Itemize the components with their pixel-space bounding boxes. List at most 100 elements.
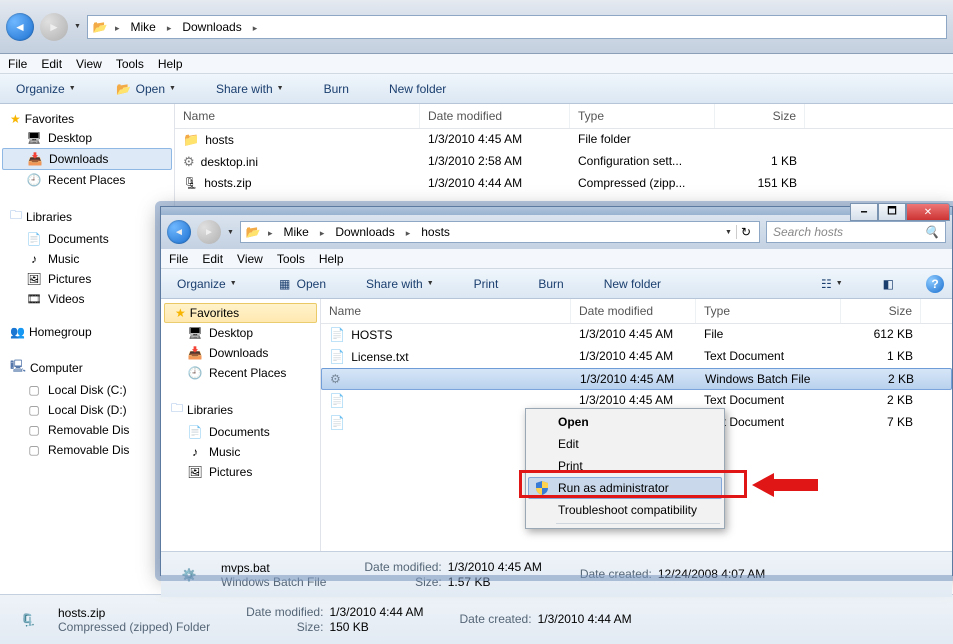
file-type: Text Document xyxy=(696,346,841,368)
column-headers[interactable]: Name Date modified Type Size xyxy=(321,299,952,324)
share-with-button[interactable]: Share with ▼ xyxy=(208,78,292,100)
recent-icon: 🕘 xyxy=(26,172,42,188)
col-type[interactable]: Type xyxy=(570,104,715,128)
file-row[interactable]: hosts.zip1/3/2010 4:44 AMCompressed (zip… xyxy=(175,173,953,193)
nav-removable-2[interactable]: Removable Dis xyxy=(0,440,174,460)
menu-file[interactable]: File xyxy=(8,57,27,71)
col-date[interactable]: Date modified xyxy=(420,104,570,128)
file-row[interactable]: hosts1/3/2010 4:45 AMFile folder xyxy=(175,129,953,151)
menu-view[interactable]: View xyxy=(237,252,263,266)
navigation-pane: ★Favorites 🖥Desktop 📥Downloads 🕘Recent P… xyxy=(161,299,321,551)
nav-history-dropdown[interactable]: ▼ xyxy=(74,23,81,30)
open-button[interactable]: 📂Open ▼ xyxy=(108,78,184,100)
nav-back-button[interactable]: ◄ xyxy=(6,13,34,41)
open-button[interactable]: ▦Open xyxy=(269,273,334,295)
breadcrumb[interactable]: Mike xyxy=(126,20,159,34)
nav-forward-button[interactable]: ► xyxy=(197,220,221,244)
breadcrumb[interactable]: Downloads xyxy=(178,20,245,34)
menu-tools[interactable]: Tools xyxy=(277,252,305,266)
print-button[interactable]: Print xyxy=(466,273,507,295)
ctx-print[interactable]: Print xyxy=(528,455,722,477)
downloads-icon: 📥 xyxy=(27,151,43,167)
share-with-button[interactable]: Share with ▼ xyxy=(358,273,442,295)
breadcrumb[interactable]: hosts xyxy=(417,225,454,239)
preview-pane-button[interactable]: ◧ xyxy=(875,273,902,295)
col-type[interactable]: Type xyxy=(696,299,841,323)
refresh-button[interactable]: ↻ xyxy=(736,225,755,239)
new-folder-button[interactable]: New folder xyxy=(596,273,669,295)
col-size[interactable]: Size xyxy=(841,299,921,323)
address-bar[interactable]: 📂 Mike Downloads xyxy=(87,15,947,39)
nav-homegroup[interactable]: 👥Homegroup xyxy=(0,323,174,341)
nav-music[interactable]: ♪Music xyxy=(161,442,320,462)
menu-help[interactable]: Help xyxy=(158,57,183,71)
menu-help[interactable]: Help xyxy=(319,252,344,266)
file-row[interactable]: License.txt1/3/2010 4:45 AMText Document… xyxy=(321,346,952,368)
file-type-icon xyxy=(329,349,345,365)
nav-videos[interactable]: 🎞Videos xyxy=(0,289,174,309)
nav-pictures[interactable]: 🖼Pictures xyxy=(0,269,174,289)
nav-disk-d[interactable]: Local Disk (D:) xyxy=(0,400,174,420)
nav-desktop[interactable]: 🖥Desktop xyxy=(0,128,174,148)
ctx-edit[interactable]: Edit xyxy=(528,433,722,455)
burn-button[interactable]: Burn xyxy=(530,273,571,295)
folder-open-icon: 📂 xyxy=(116,81,132,97)
nav-disk-c[interactable]: Local Disk (C:) xyxy=(0,380,174,400)
file-row[interactable]: HOSTS1/3/2010 4:45 AMFile612 KB xyxy=(321,324,952,346)
maximize-button[interactable]: 🗖 xyxy=(878,203,906,221)
ctx-troubleshoot-compatibility[interactable]: Troubleshoot compatibility xyxy=(528,499,722,521)
nav-computer[interactable]: 🖳Computer xyxy=(0,355,174,380)
address-bar[interactable]: 📂 Mike Downloads hosts ▼ ↻ xyxy=(240,221,760,243)
menu-tools[interactable]: Tools xyxy=(116,57,144,71)
nav-removable-1[interactable]: Removable Dis xyxy=(0,420,174,440)
nav-back-button[interactable]: ◄ xyxy=(167,220,191,244)
column-headers[interactable]: Name Date modified Type Size xyxy=(175,104,953,129)
new-folder-button[interactable]: New folder xyxy=(381,78,454,100)
nav-music[interactable]: ♪Music xyxy=(0,249,174,269)
menu-edit[interactable]: Edit xyxy=(41,57,62,71)
file-row[interactable]: 1/3/2010 4:45 AMWindows Batch File2 KB xyxy=(321,368,952,390)
col-name[interactable]: Name xyxy=(321,299,571,323)
organize-button[interactable]: Organize ▼ xyxy=(8,78,84,100)
app-icon: ▦ xyxy=(277,276,293,292)
nav-forward-button[interactable]: ► xyxy=(40,13,68,41)
status-filetype: Compressed (zipped) Folder xyxy=(58,620,210,634)
nav-pictures[interactable]: 🖼Pictures xyxy=(161,462,320,482)
nav-documents[interactable]: 📄Documents xyxy=(161,422,320,442)
nav-libraries[interactable]: 🗀Libraries xyxy=(0,204,174,229)
menu-file[interactable]: File xyxy=(169,252,188,266)
nav-favorites[interactable]: ★Favorites xyxy=(164,303,317,323)
nav-downloads[interactable]: 📥Downloads xyxy=(161,343,320,363)
nav-libraries[interactable]: 🗀Libraries xyxy=(161,397,320,422)
context-menu: Open Edit Print Run as administrator Tro… xyxy=(525,408,725,529)
help-icon[interactable]: ? xyxy=(926,275,944,293)
nav-recent-places[interactable]: 🕘Recent Places xyxy=(0,170,174,190)
desktop-icon: 🖥 xyxy=(26,130,42,146)
search-box[interactable]: Search hosts 🔍 xyxy=(766,221,946,243)
ctx-run-as-administrator[interactable]: Run as administrator xyxy=(528,477,722,499)
minimize-button[interactable]: 🗕 xyxy=(850,203,878,221)
nav-desktop[interactable]: 🖥Desktop xyxy=(161,323,320,343)
ctx-open[interactable]: Open xyxy=(528,411,722,433)
file-date: 1/3/2010 4:44 AM xyxy=(420,173,570,193)
nav-downloads[interactable]: 📥Downloads xyxy=(2,148,172,170)
col-date[interactable]: Date modified xyxy=(571,299,696,323)
menu-edit[interactable]: Edit xyxy=(202,252,223,266)
file-row[interactable]: desktop.ini1/3/2010 2:58 AMConfiguration… xyxy=(175,151,953,173)
organize-button[interactable]: Organize ▼ xyxy=(169,273,245,295)
nav-documents[interactable]: 📄Documents xyxy=(0,229,174,249)
nav-history-dropdown[interactable]: ▼ xyxy=(227,229,234,236)
file-type-icon xyxy=(329,415,345,431)
breadcrumb[interactable]: Downloads xyxy=(331,225,398,239)
menu-view[interactable]: View xyxy=(76,57,102,71)
col-size[interactable]: Size xyxy=(715,104,805,128)
file-name: hosts.zip xyxy=(204,176,251,190)
nav-recent-places[interactable]: 🕘Recent Places xyxy=(161,363,320,383)
view-options-button[interactable]: ☷ ▼ xyxy=(813,273,851,295)
col-name[interactable]: Name xyxy=(175,104,420,128)
breadcrumb[interactable]: Mike xyxy=(279,225,312,239)
close-button[interactable]: ✕ xyxy=(906,203,950,221)
burn-button[interactable]: Burn xyxy=(316,78,357,100)
nav-favorites[interactable]: ★Favorites xyxy=(0,110,174,128)
address-dropdown[interactable]: ▼ xyxy=(725,229,732,236)
